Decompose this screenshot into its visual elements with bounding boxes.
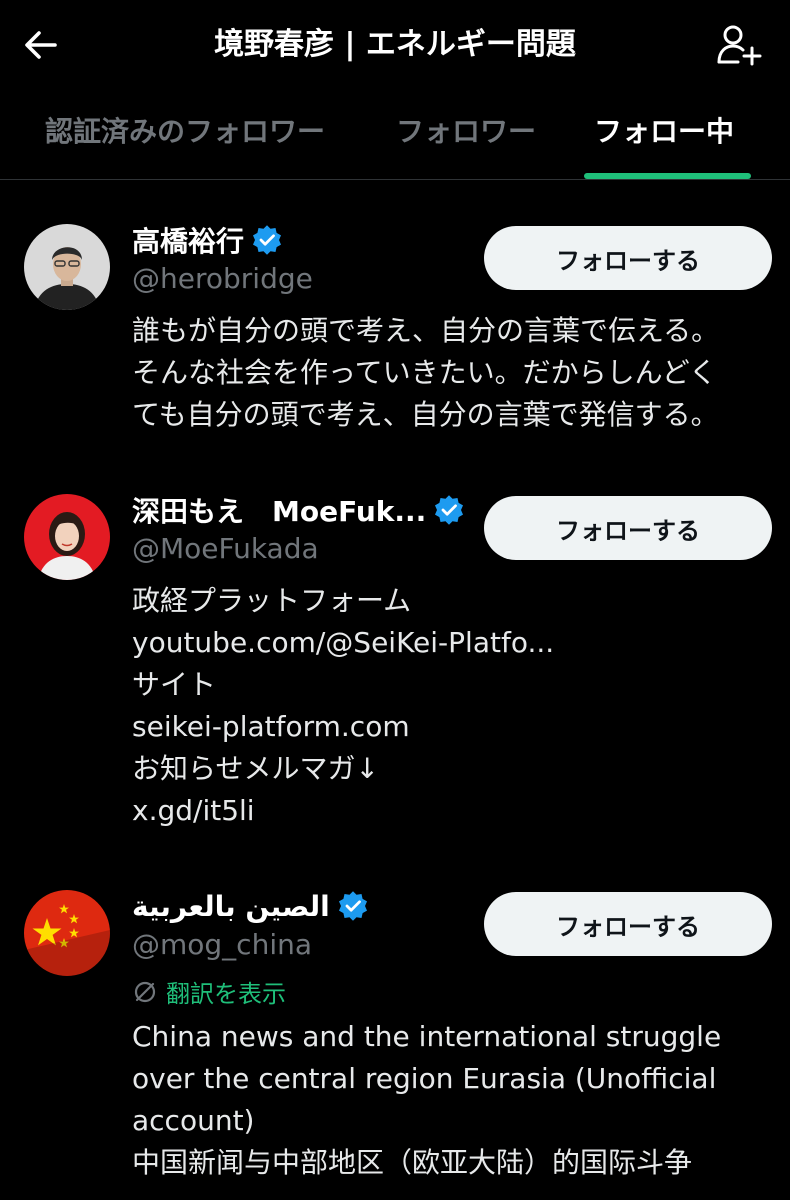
- person-add-icon: [717, 25, 762, 66]
- bio-line: 政経プラットフォーム: [132, 584, 412, 617]
- tab-verified-followers[interactable]: 認証済みのフォロワー: [45, 112, 325, 152]
- bio-link[interactable]: seikei-platform.com: [132, 706, 772, 748]
- bio-line: China news and the international struggl…: [132, 1020, 722, 1053]
- bio-line: over the central region Eurasia (Unoffic…: [132, 1062, 717, 1095]
- follow-button[interactable]: フォローする: [484, 892, 772, 956]
- verified-badge-icon: [435, 495, 464, 525]
- bio-line: サイト: [132, 668, 217, 701]
- translate-label: 翻訳を表示: [166, 980, 286, 1008]
- user-name[interactable]: 深田もえ MoeFuk...: [132, 490, 426, 530]
- user-handle: @herobridge: [132, 262, 313, 295]
- show-translation-link[interactable]: 翻訳を表示: [132, 974, 286, 1009]
- back-button[interactable]: [18, 22, 64, 68]
- tab-following[interactable]: フォロー中: [594, 112, 734, 152]
- following-screen: 境野春彦 | エネルギー問題 認証済みのフォロワー フォロワー フォロー中 高橋…: [0, 0, 790, 1200]
- user-handle: @mog_china: [132, 928, 313, 961]
- user-handle: @MoeFukada: [132, 532, 319, 565]
- bio-line: お知らせメルマガ↓: [132, 752, 379, 785]
- add-user-button[interactable]: [714, 20, 764, 70]
- bio-line: 誰もが自分の頭で考え、自分の言葉で伝える。: [132, 314, 720, 347]
- tab-bar: 認証済みのフォロワー フォロワー フォロー中: [0, 90, 790, 180]
- bio-line: account): [132, 1104, 255, 1137]
- active-tab-indicator: [584, 173, 751, 179]
- bio-link[interactable]: youtube.com/@SeiKei-Platfo...: [132, 622, 772, 664]
- tab-followers[interactable]: フォロワー: [396, 112, 536, 152]
- verified-badge-icon: [338, 891, 367, 921]
- bio-line: 中国新闻与中部地区（欧亚大陆）的国际斗争: [132, 1146, 693, 1179]
- avatar[interactable]: [24, 494, 110, 580]
- bio-line: ても自分の頭で考え、自分の言葉で発信する。: [132, 398, 719, 431]
- follow-button[interactable]: フォローする: [484, 496, 772, 560]
- user-name[interactable]: الصين بالعربية: [132, 890, 330, 923]
- name-line: الصين بالعربية: [132, 886, 368, 926]
- page-title: 境野春彦 | エネルギー問題: [214, 27, 576, 62]
- header: 境野春彦 | エネルギー問題: [0, 0, 790, 90]
- person-photo-icon: [24, 494, 110, 580]
- verified-badge-icon: [253, 225, 282, 255]
- bio-line: そんな社会を作っていきたい。だからしんどく: [132, 356, 717, 389]
- user-bio: 誰もが自分の頭で考え、自分の言葉で伝える。 そんな社会を作っていきたい。だからし…: [132, 310, 772, 436]
- user-bio: China news and the international struggl…: [132, 1016, 772, 1184]
- name-line: 高橋裕行: [132, 220, 282, 260]
- arrow-left-icon: [25, 31, 57, 59]
- translate-icon: [134, 981, 156, 1002]
- user-bio: 政経プラットフォーム youtube.com/@SeiKei-Platfo...…: [132, 580, 772, 832]
- china-flag-icon: [24, 890, 110, 976]
- avatar[interactable]: [24, 224, 110, 310]
- avatar[interactable]: [24, 890, 110, 976]
- user-name[interactable]: 高橋裕行: [132, 220, 244, 260]
- follow-button[interactable]: フォローする: [484, 226, 772, 290]
- bio-link[interactable]: x.gd/it5li: [132, 790, 772, 832]
- name-line: 深田もえ MoeFuk...: [132, 490, 464, 530]
- person-photo-icon: [24, 224, 110, 310]
